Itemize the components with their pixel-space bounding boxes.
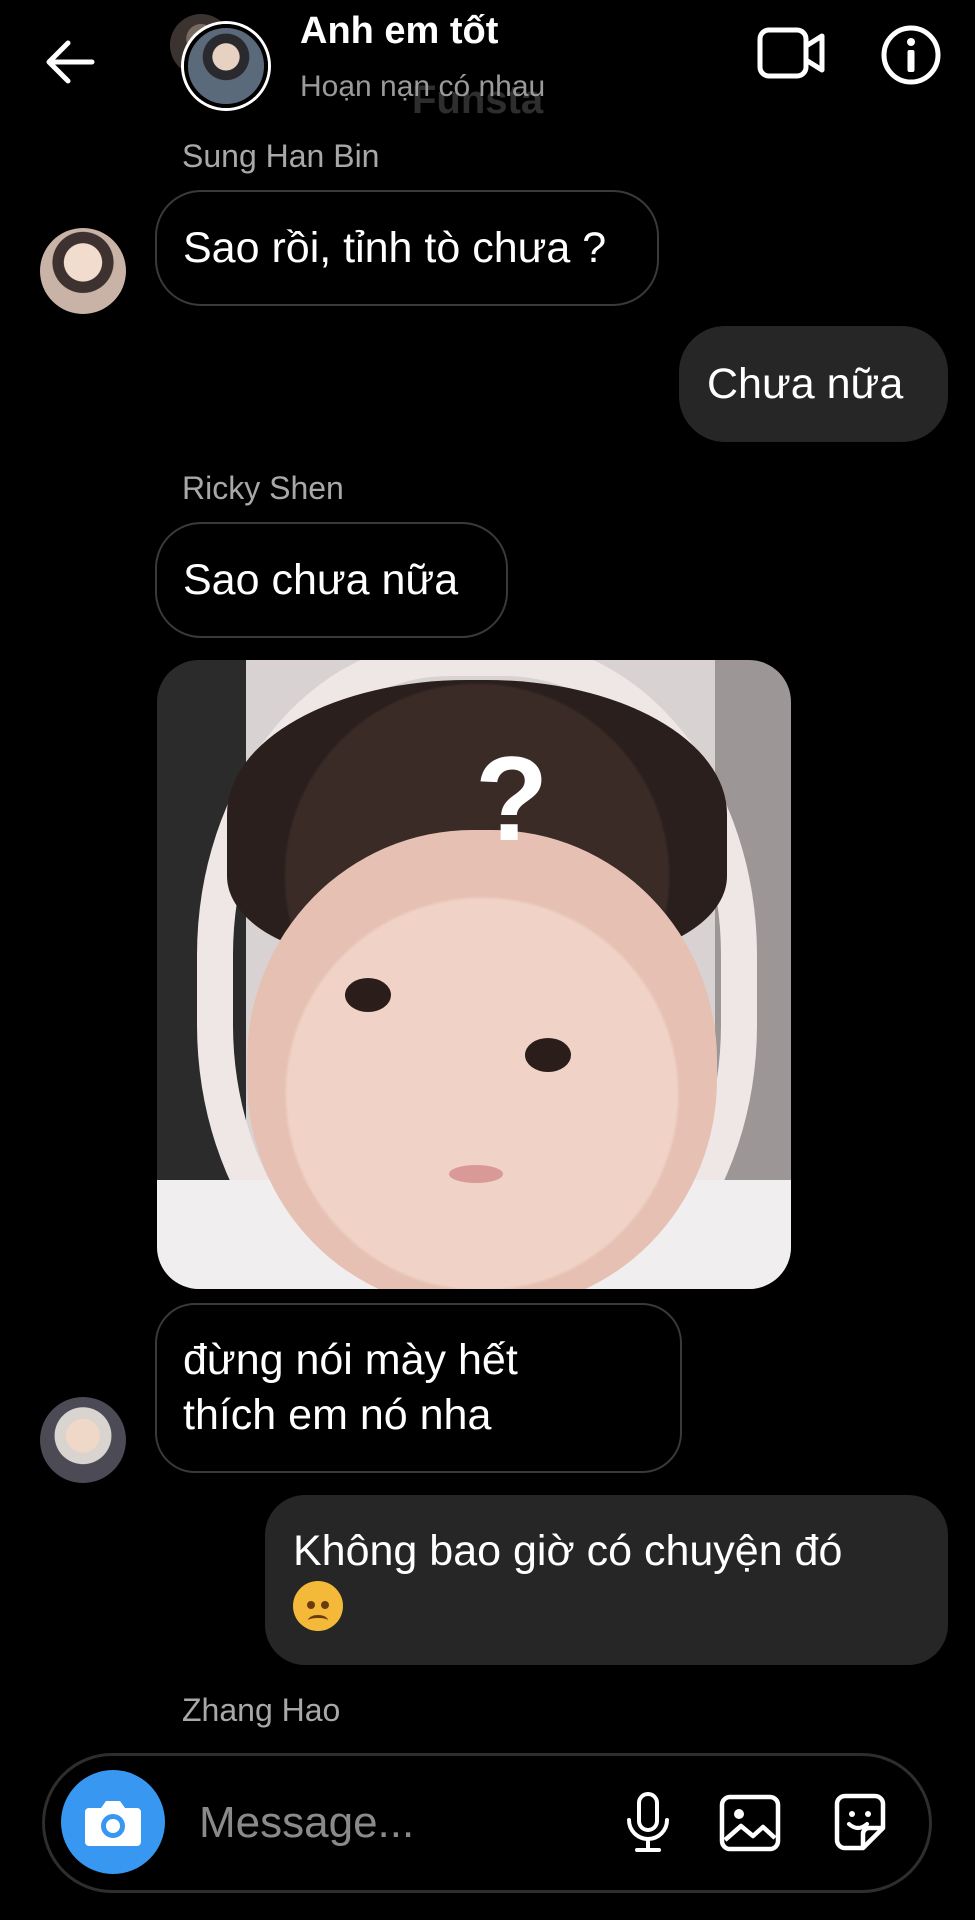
avatar[interactable]: [40, 1397, 126, 1483]
photo-eye: [345, 978, 391, 1012]
microphone-icon[interactable]: [615, 1790, 681, 1856]
chat-header: Anh em tốt Funsta Hoạn nạn có nhau: [0, 0, 975, 140]
gallery-icon[interactable]: [717, 1790, 783, 1856]
sender-name: Zhang Hao: [182, 1692, 341, 1728]
sender-name: Ricky Shen: [182, 470, 344, 506]
message-text: Sao rồi, tỉnh tò chưa ?: [183, 223, 607, 272]
member-avatar-front: [184, 24, 268, 108]
sender-name: Sung Han Bin: [182, 138, 380, 174]
angry-face-emoji-icon: [293, 1581, 343, 1631]
message-text: đừng nói mày hết thích em nó nha: [183, 1336, 518, 1439]
message-bubble-incoming[interactable]: Sao rồi, tỉnh tò chưa ?: [155, 190, 659, 306]
video-call-icon[interactable]: [756, 24, 826, 82]
camera-button[interactable]: [61, 1770, 165, 1874]
message-composer: [42, 1753, 932, 1893]
back-arrow-icon[interactable]: [40, 32, 100, 92]
camera-icon: [85, 1801, 141, 1846]
sticker-icon[interactable]: [827, 1790, 893, 1856]
message-bubble-incoming[interactable]: Sao chưa nữa: [155, 522, 508, 638]
chat-subtitle: Hoạn nạn có nhau: [300, 70, 546, 103]
info-icon[interactable]: [880, 24, 942, 86]
photo-eye: [525, 1038, 571, 1072]
group-avatar[interactable]: [168, 12, 268, 112]
message-bubble-outgoing[interactable]: Chưa nữa: [679, 326, 948, 442]
photo-message[interactable]: ?: [157, 660, 791, 1289]
message-bubble-incoming[interactable]: đừng nói mày hết thích em nó nha: [155, 1303, 682, 1473]
chat-title[interactable]: Anh em tốt: [300, 10, 498, 53]
message-text: Không bao giờ có chuyện đó: [293, 1527, 843, 1575]
photo-mouth: [449, 1165, 503, 1183]
message-text: Sao chưa nữa: [183, 555, 459, 604]
avatar[interactable]: [40, 228, 126, 314]
question-mark: ?: [475, 732, 549, 866]
message-bubble-outgoing[interactable]: Không bao giờ có chuyện đó: [265, 1495, 948, 1665]
message-text: Chưa nữa: [707, 360, 904, 408]
photo-face: [247, 830, 717, 1289]
message-input[interactable]: [197, 1792, 621, 1854]
